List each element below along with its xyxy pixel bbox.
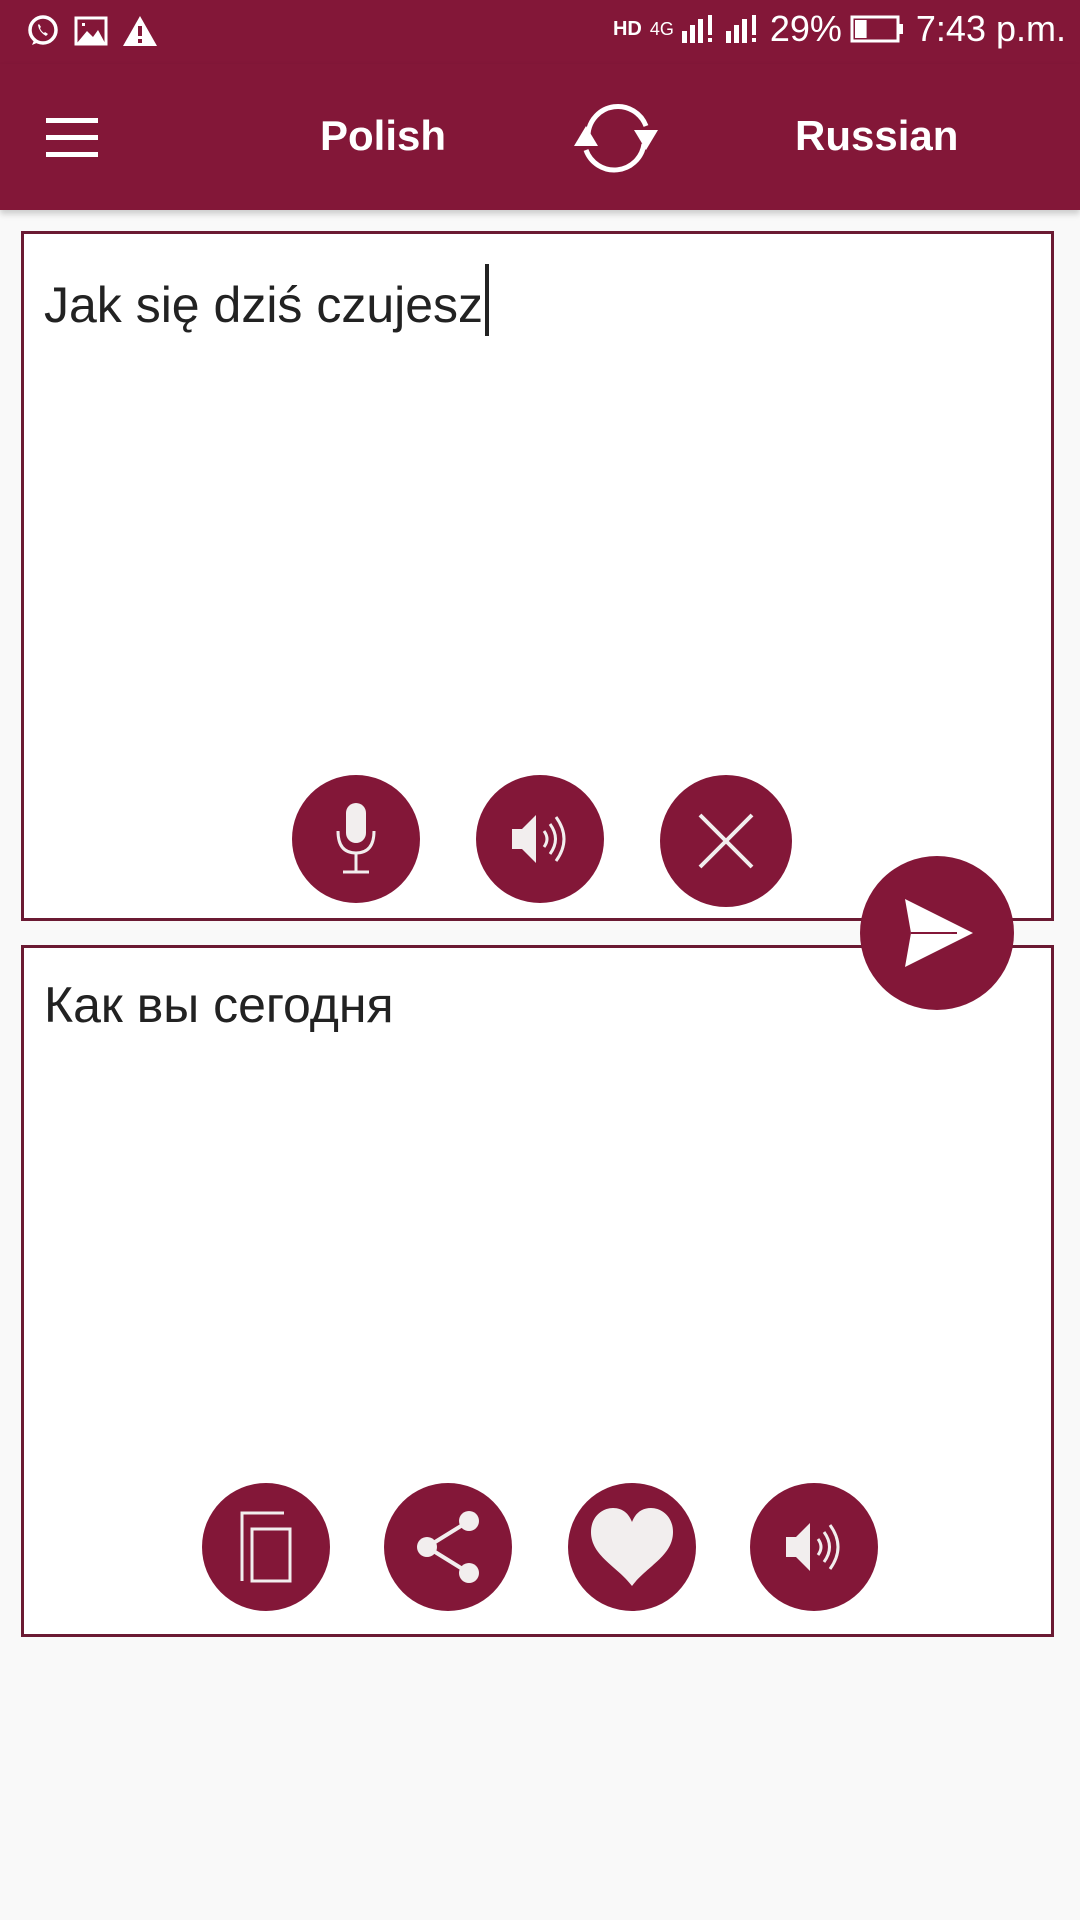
network-type: 4G [649,18,674,39]
speaker-icon [512,815,566,863]
close-icon [698,813,754,869]
battery-icon [850,15,903,43]
app-toolbar: Polish Russian [0,64,1080,210]
microphone-button[interactable] [292,775,420,903]
translate-button[interactable] [860,856,1014,1010]
share-button[interactable] [384,1483,512,1611]
heart-icon [591,1508,673,1586]
source-language-selector[interactable]: Polish [320,112,446,160]
image-icon [74,16,108,46]
battery-percent: 29% [769,8,842,49]
output-text-area: Как вы сегодня [21,945,1054,1637]
signal-icon [725,15,756,43]
signal-icon [681,15,712,43]
menu-button[interactable] [46,118,98,158]
clear-input-button[interactable] [660,775,792,907]
whatsapp-icon [28,15,58,45]
hd-voice-indicator: HD [612,17,642,40]
copy-button[interactable] [202,1483,330,1611]
status-bar: HD 4G 29% 7:43 p.m. [0,0,1080,64]
favorite-button[interactable] [568,1483,696,1611]
input-text-field[interactable]: Jak się dziś czujesz [44,264,490,336]
clock: 7:43 p.m. [915,8,1066,49]
speak-input-button[interactable] [476,775,604,903]
share-icon [417,1511,479,1583]
input-text-area[interactable]: Jak się dziś czujesz [21,231,1054,921]
input-text: Jak się dziś czujesz [44,277,484,333]
swap-languages-button[interactable] [568,96,664,180]
send-icon [905,899,973,967]
text-cursor [485,264,490,336]
speak-output-button[interactable] [750,1483,878,1611]
swap-icon [574,104,658,173]
target-language-selector[interactable]: Russian [795,112,958,160]
copy-icon [240,1511,292,1583]
hamburger-icon [46,118,98,157]
speaker-icon [786,1523,840,1571]
output-text: Как вы сегодня [44,977,394,1033]
microphone-icon [336,803,376,874]
warning-icon [123,16,157,46]
